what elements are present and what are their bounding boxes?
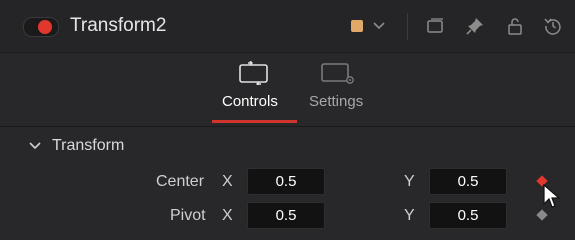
node-title: Transform2 <box>70 15 167 36</box>
inspector-panel: Transform2 Controls Settings Transform C… <box>0 0 575 240</box>
node-header: Transform2 <box>0 0 575 53</box>
pin-icon[interactable] <box>465 16 485 36</box>
keyframe-diamond-icon[interactable] <box>536 209 548 221</box>
inspector-tabs: Controls Settings <box>0 53 575 125</box>
lock-icon[interactable] <box>505 16 525 36</box>
center-x-label: X <box>222 173 233 190</box>
pivot-x-input[interactable]: 0.5 <box>247 202 325 229</box>
pivot-y-label: Y <box>404 207 415 224</box>
tab-controls[interactable]: Controls <box>212 53 297 125</box>
active-tab-indicator <box>212 120 297 123</box>
center-y-input[interactable]: 0.5 <box>429 168 507 195</box>
tabs-divider <box>0 126 575 127</box>
tab-settings-label: Settings <box>309 93 364 110</box>
section-title: Transform <box>52 137 125 154</box>
center-x-input[interactable]: 0.5 <box>247 168 325 195</box>
center-label: Center <box>156 173 205 190</box>
window-icon[interactable] <box>425 16 445 36</box>
center-y-label: Y <box>404 173 415 190</box>
controls-icon <box>239 61 268 85</box>
color-swatch[interactable] <box>351 20 363 32</box>
chevron-down-icon <box>29 142 41 150</box>
mouse-cursor-icon <box>543 184 561 208</box>
header-divider <box>407 13 408 40</box>
settings-icon <box>321 63 354 84</box>
tab-settings[interactable]: Settings <box>305 53 375 125</box>
pivot-label: Pivot <box>170 207 206 224</box>
pivot-x-label: X <box>222 207 233 224</box>
chevron-down-icon[interactable] <box>371 17 387 33</box>
tab-controls-label: Controls <box>222 93 278 110</box>
reset-icon[interactable] <box>543 16 563 36</box>
record-dot-icon <box>38 20 52 34</box>
node-enable-toggle[interactable] <box>23 17 59 37</box>
pivot-y-input[interactable]: 0.5 <box>429 202 507 229</box>
